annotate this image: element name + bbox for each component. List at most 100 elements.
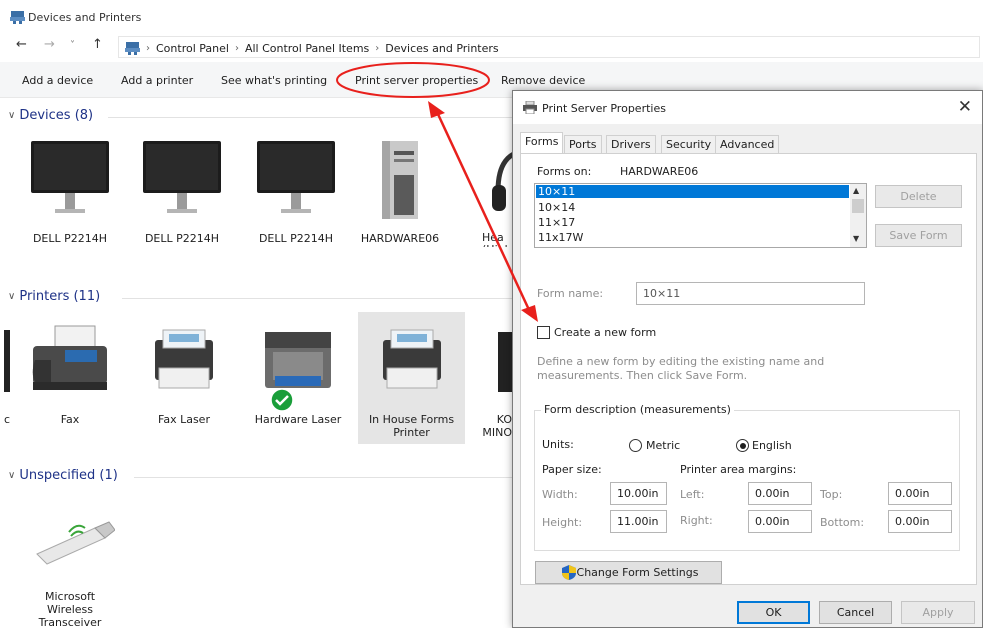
form-name-field[interactable]: 10×11 xyxy=(636,282,865,305)
unspecified-group-header[interactable]: ∨ Unspecified (1) xyxy=(8,468,118,483)
devices-printers-icon xyxy=(10,11,25,24)
printer-label: Hardware Laser xyxy=(254,413,342,426)
device-label: DELL P2214H xyxy=(258,232,334,245)
monitor-icon xyxy=(143,141,221,213)
tab-ports[interactable]: Ports xyxy=(564,135,602,154)
english-label[interactable]: English xyxy=(752,439,792,452)
create-new-form-label[interactable]: Create a new form xyxy=(554,326,656,339)
add-device-button[interactable]: Add a device xyxy=(22,74,93,87)
device-computer[interactable]: HARDWARE06 xyxy=(348,135,452,247)
metric-radio[interactable] xyxy=(629,439,642,452)
scrollbar-thumb[interactable] xyxy=(852,199,864,213)
form-description-legend: Form description (measurements) xyxy=(541,403,734,416)
add-printer-button[interactable]: Add a printer xyxy=(121,74,193,87)
monitor-icon xyxy=(31,141,109,213)
tab-drivers[interactable]: Drivers xyxy=(606,135,656,154)
right-margin-field[interactable]: 0.00in xyxy=(748,510,812,533)
top-margin-field[interactable]: 0.00in xyxy=(888,482,952,505)
devices-group-header[interactable]: ∨ Devices (8) xyxy=(8,108,93,123)
window-title: Devices and Printers xyxy=(28,11,142,24)
device-headset[interactable]: Hea (High Aud xyxy=(462,135,512,247)
chevron-right-icon: › xyxy=(146,43,150,54)
device-monitor-2[interactable]: DELL P2214H xyxy=(130,135,234,247)
device-wireless-transceiver[interactable]: Microsoft Wireless Transceiver xyxy=(18,490,122,628)
list-item[interactable]: 11×17 xyxy=(536,216,849,229)
help-text: Define a new form by editing the existin… xyxy=(537,355,825,382)
tab-forms[interactable]: Forms xyxy=(520,132,564,154)
change-form-settings-label: Change Form Settings xyxy=(576,566,699,579)
printer-fax[interactable]: Fax xyxy=(18,312,122,444)
device-monitor-3[interactable]: DELL P2214H xyxy=(244,135,348,247)
listbox-scrollbar[interactable]: ▲ ▼ xyxy=(850,184,866,247)
ok-button[interactable]: OK xyxy=(737,601,810,624)
change-form-settings-button[interactable]: Change Form Settings xyxy=(535,561,722,584)
create-new-form-checkbox[interactable] xyxy=(537,326,550,339)
tab-security[interactable]: Security xyxy=(661,135,717,154)
uac-shield-icon xyxy=(562,565,576,580)
printers-group-label: Printers (11) xyxy=(19,289,101,304)
breadcrumb-all-items[interactable]: All Control Panel Items xyxy=(245,42,369,55)
printer-in-house-forms[interactable]: In House Forms Printer xyxy=(358,312,465,444)
dialog-title: Print Server Properties xyxy=(542,102,666,115)
height-label: Height: xyxy=(542,516,583,529)
explorer-titlebar: Devices and Printers xyxy=(0,0,983,34)
printer-icon xyxy=(523,101,537,114)
printers-group-header[interactable]: ∨ Printers (11) xyxy=(8,289,100,304)
chevron-down-icon: ∨ xyxy=(8,291,16,302)
fax-machine-icon xyxy=(32,325,107,390)
printer-label: Fax xyxy=(60,413,80,426)
device-monitor-1[interactable]: DELL P2214H xyxy=(18,135,122,247)
partial-printer-icon xyxy=(4,330,10,392)
breadcrumb-control-panel[interactable]: Control Panel xyxy=(156,42,229,55)
printer-fax-laser[interactable]: Fax Laser xyxy=(132,312,236,444)
address-bar[interactable]: › Control Panel › All Control Panel Item… xyxy=(118,36,980,58)
print-server-properties-button[interactable]: Print server properties xyxy=(355,74,478,87)
cancel-button[interactable]: Cancel xyxy=(819,601,892,624)
divider xyxy=(108,117,512,118)
headset-icon xyxy=(492,152,512,211)
list-item[interactable]: 11x17W xyxy=(536,231,849,244)
apply-button[interactable]: Apply xyxy=(901,601,975,624)
unspecified-group-label: Unspecified (1) xyxy=(19,468,118,483)
forms-listbox[interactable]: 10×11 10×14 11×17 11x17W ▲ ▼ xyxy=(534,183,867,248)
save-form-button[interactable]: Save Form xyxy=(875,224,962,247)
scroll-down-icon[interactable]: ▼ xyxy=(853,234,859,243)
close-icon[interactable]: ✕ xyxy=(958,97,972,117)
up-arrow-icon[interactable]: ↑ xyxy=(92,37,103,52)
devices-group-label: Devices (8) xyxy=(19,108,94,123)
printer-konica-minolta[interactable]: KO MINO xyxy=(470,312,512,444)
height-field[interactable]: 11.00in xyxy=(610,510,667,533)
english-radio[interactable] xyxy=(736,439,749,452)
remove-device-button[interactable]: Remove device xyxy=(501,74,585,87)
width-field[interactable]: 10.00in xyxy=(610,482,667,505)
divider xyxy=(122,298,512,299)
chevron-right-icon: › xyxy=(234,43,239,54)
device-label: Microsoft Wireless Transceiver xyxy=(38,590,102,628)
printer-icon xyxy=(383,329,441,389)
usb-dongle-icon xyxy=(36,521,115,565)
left-margin-field[interactable]: 0.00in xyxy=(748,482,812,505)
metric-label[interactable]: Metric xyxy=(646,439,680,452)
see-whats-printing-button[interactable]: See what's printing xyxy=(221,74,327,87)
devices-printers-icon xyxy=(125,42,140,55)
list-item[interactable]: 10×11 xyxy=(536,185,849,198)
right-label: Right: xyxy=(680,514,713,527)
back-arrow-icon[interactable]: ← xyxy=(16,37,27,52)
scroll-up-icon[interactable]: ▲ xyxy=(853,186,859,195)
list-item[interactable]: 10×14 xyxy=(536,201,849,214)
paper-size-label: Paper size: xyxy=(542,463,602,476)
printer-icon xyxy=(498,332,512,392)
forward-arrow-icon[interactable]: → xyxy=(44,37,55,52)
delete-button[interactable]: Delete xyxy=(875,185,962,208)
printer-hardware-laser[interactable]: Hardware Laser xyxy=(246,312,350,444)
tab-advanced[interactable]: Advanced xyxy=(715,135,780,154)
printer-label: Fax Laser xyxy=(158,413,210,426)
devices-and-printers-screen: Devices and Printers ← → ˅ ↑ › Control P… xyxy=(0,0,983,628)
arrow-head-up xyxy=(428,101,445,118)
breadcrumb-devices-printers[interactable]: Devices and Printers xyxy=(385,42,498,55)
computer-tower-icon xyxy=(382,141,418,219)
multifunction-printer-icon xyxy=(265,332,331,388)
printer-icon xyxy=(155,329,213,389)
bottom-margin-field[interactable]: 0.00in xyxy=(888,510,952,533)
recent-locations-icon[interactable]: ˅ xyxy=(70,40,75,51)
